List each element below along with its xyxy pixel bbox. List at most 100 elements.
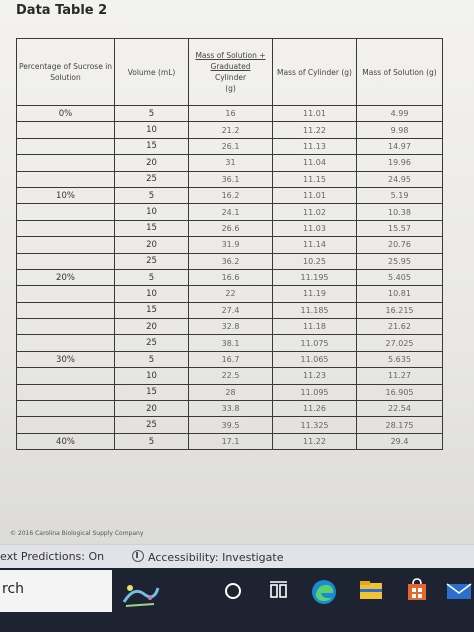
cell-mc: 11.22 — [272, 432, 357, 451]
table-row: 20 31 11.04 19.96 — [16, 154, 443, 172]
cell-ms: 27.025 — [356, 334, 443, 352]
cell-vol: 20 — [114, 318, 189, 336]
file-explorer-icon[interactable] — [356, 576, 386, 606]
cell-msg: 16 — [188, 104, 273, 123]
cell-pct: 20% — [16, 268, 115, 287]
cell-ms: 4.99 — [356, 104, 443, 123]
cell-pct — [16, 121, 115, 139]
cell-vol: 5 — [114, 268, 189, 287]
cell-vol: 20 — [114, 400, 189, 418]
cell-vol: 5 — [114, 432, 189, 451]
cell-vol: 10 — [114, 367, 189, 385]
header-mass-solution-cylinder: Mass of Solution + Graduated Cylinder (g… — [188, 38, 273, 106]
cell-mc: 11.01 — [272, 104, 357, 123]
cell-ms: 28.175 — [356, 416, 443, 434]
cell-pct — [16, 219, 115, 238]
cell-mc: 11.04 — [272, 154, 357, 172]
header-percentage: Percentage of Sucrose in Solution — [16, 38, 115, 106]
cell-msg: 17.1 — [188, 432, 273, 451]
cell-ms: 5.635 — [356, 350, 443, 369]
table-row: 20 32.8 11.18 21.62 — [16, 318, 443, 336]
table-row: 30% 5 16.7 11.065 5.635 — [16, 350, 443, 369]
cell-vol: 25 — [114, 252, 189, 270]
table-row: 15 26.6 11.03 15.57 — [16, 219, 443, 238]
header-volume: Volume (mL) — [114, 38, 189, 106]
table-row: 0% 5 16 11.01 4.99 — [16, 104, 443, 123]
cell-mc: 11.14 — [272, 236, 357, 254]
cell-vol: 20 — [114, 154, 189, 172]
cell-msg: 33.8 — [188, 400, 273, 418]
cell-ms: 16.905 — [356, 383, 443, 402]
cell-pct — [16, 203, 115, 221]
cell-ms: 10.81 — [356, 285, 443, 303]
table-row: 15 27.4 11.185 16.215 — [16, 301, 443, 320]
cell-ms: 20.76 — [356, 236, 443, 254]
cell-ms: 5.19 — [356, 186, 443, 205]
cell-msg: 28 — [188, 383, 273, 402]
cell-pct: 0% — [16, 104, 115, 123]
cell-mc: 11.195 — [272, 268, 357, 287]
table-row: 25 36.2 10.25 25.95 — [16, 252, 443, 270]
cell-pct — [16, 334, 115, 352]
header-msg-line4: (g) — [225, 84, 236, 93]
header-msg-line1: Mass of Solution + — [195, 51, 266, 60]
cell-ms: 15.57 — [356, 219, 443, 238]
table-row: 25 38.1 11.075 27.025 — [16, 334, 443, 352]
table-title: Data Table 2 — [16, 3, 108, 18]
cell-mc: 11.185 — [272, 301, 357, 320]
cell-vol: 15 — [114, 137, 189, 156]
cell-mc: 11.19 — [272, 285, 357, 303]
cell-vol: 25 — [114, 170, 189, 188]
table-row: 25 39.5 11.325 28.175 — [16, 416, 443, 434]
cell-pct — [16, 301, 115, 320]
cell-mc: 11.01 — [272, 186, 357, 205]
table-row: 10 21.2 11.22 9.98 — [16, 121, 443, 139]
mail-icon[interactable] — [444, 576, 474, 606]
cell-pct — [16, 170, 115, 188]
cell-pct — [16, 154, 115, 172]
cell-pct: 40% — [16, 432, 115, 451]
cell-msg: 26.1 — [188, 137, 273, 156]
cell-mc: 11.23 — [272, 367, 357, 385]
edge-icon[interactable] — [308, 576, 338, 606]
cell-ms: 19.96 — [356, 154, 443, 172]
cell-ms: 22.54 — [356, 400, 443, 418]
cell-mc: 11.26 — [272, 400, 357, 418]
cell-ms: 24.95 — [356, 170, 443, 188]
accessibility-status[interactable]: Accessibility: Investigate — [132, 550, 284, 564]
cell-pct — [16, 252, 115, 270]
cell-vol: 10 — [114, 285, 189, 303]
cell-vol: 25 — [114, 416, 189, 434]
table-row: 20 31.9 11.14 20.76 — [16, 236, 443, 254]
copyright-text: © 2016 Carolina Biological Supply Compan… — [10, 530, 144, 537]
cell-ms: 10.38 — [356, 203, 443, 221]
cell-vol: 5 — [114, 104, 189, 123]
cell-mc: 11.02 — [272, 203, 357, 221]
cell-vol: 15 — [114, 383, 189, 402]
text-predictions-status[interactable]: ext Predictions: On — [0, 550, 104, 563]
taskbar-search-text: rch — [2, 581, 25, 597]
cell-mc: 11.22 — [272, 121, 357, 139]
taskbar-search-box[interactable]: rch — [0, 570, 112, 612]
cell-pct — [16, 318, 115, 336]
table-row: 10 22 11.19 10.81 — [16, 285, 443, 303]
task-view-icon[interactable] — [264, 576, 294, 606]
accessibility-icon — [132, 550, 144, 562]
sketch-app-icon[interactable] — [120, 576, 160, 607]
store-icon[interactable] — [402, 576, 432, 606]
header-mass-solution: Mass of Solution (g) — [356, 38, 443, 106]
cell-msg: 26.6 — [188, 219, 273, 238]
cell-ms: 9.98 — [356, 121, 443, 139]
cell-msg: 32.8 — [188, 318, 273, 336]
cell-pct — [16, 137, 115, 156]
cell-msg: 24.1 — [188, 203, 273, 221]
header-msg-line2: Graduated — [210, 62, 251, 71]
cell-mc: 11.13 — [272, 137, 357, 156]
cell-vol: 5 — [114, 350, 189, 369]
cell-vol: 15 — [114, 219, 189, 238]
status-bar: ext Predictions: On Accessibility: Inves… — [0, 544, 474, 569]
cell-msg: 16.7 — [188, 350, 273, 369]
cell-msg: 22.5 — [188, 367, 273, 385]
cortana-icon[interactable] — [218, 576, 248, 606]
cell-mc: 11.325 — [272, 416, 357, 434]
